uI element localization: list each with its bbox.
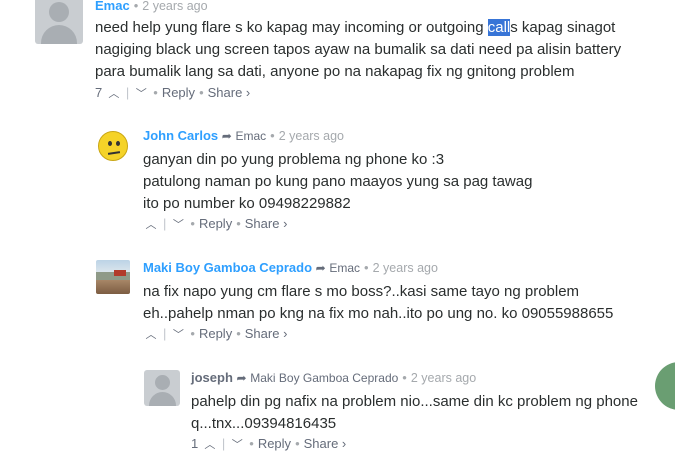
comment-timestamp[interactable]: 2 years ago: [142, 0, 207, 13]
share-button[interactable]: Share ›: [245, 216, 288, 231]
reply-to-author[interactable]: Emac: [329, 261, 360, 275]
comment-author[interactable]: Emac: [95, 0, 130, 13]
share-button[interactable]: Share ›: [304, 436, 347, 451]
reply-button[interactable]: Reply: [162, 85, 195, 100]
comment-body: need help yung flare s ko kapag may inco…: [95, 19, 622, 80]
vote-count: 7: [95, 85, 103, 100]
comment-body: na fix napo yung cm flare s mo boss?..ka…: [143, 283, 614, 322]
chevron-down-icon[interactable]: ﹀: [170, 217, 186, 233]
chevron-up-icon[interactable]: ︿: [143, 327, 159, 343]
reply-button[interactable]: Reply: [258, 436, 291, 451]
reply-arrow-icon: ➦: [221, 129, 232, 143]
avatar[interactable]: [98, 131, 128, 161]
chevron-up-icon[interactable]: ︿: [143, 217, 159, 233]
default-avatar-icon[interactable]: [144, 370, 180, 406]
reply-button[interactable]: Reply: [199, 326, 232, 341]
avatar[interactable]: [96, 260, 130, 294]
comment-timestamp[interactable]: 2 years ago: [279, 129, 344, 143]
comment-timestamp[interactable]: 2 years ago: [373, 261, 438, 275]
chevron-up-icon[interactable]: ︿: [202, 437, 218, 453]
reply-to-author[interactable]: Maki Boy Gamboa Ceprado: [250, 371, 398, 385]
chevron-down-icon[interactable]: ﹀: [170, 327, 186, 343]
comment-body: pahelp din pg nafix na problem nio...sam…: [191, 393, 638, 432]
floating-action-button[interactable]: [655, 362, 675, 410]
comment-author[interactable]: John Carlos: [143, 128, 218, 143]
comment-timestamp[interactable]: 2 years ago: [411, 371, 476, 385]
reply-to-author[interactable]: Emac: [235, 129, 266, 143]
vote-count: 1: [191, 436, 199, 451]
reply-arrow-icon: ➦: [236, 371, 247, 385]
comment-body: ganyan din po yung problema ng phone ko …: [143, 151, 533, 212]
chevron-down-icon[interactable]: ﹀: [229, 437, 245, 453]
reply-button[interactable]: Reply: [199, 216, 232, 231]
chevron-up-icon[interactable]: ︿: [106, 86, 122, 102]
chevron-down-icon[interactable]: ﹀: [133, 86, 149, 102]
share-button[interactable]: Share ›: [208, 85, 251, 100]
default-avatar-icon[interactable]: [35, 0, 83, 44]
comment-author[interactable]: joseph: [191, 370, 233, 385]
reply-arrow-icon: ➦: [315, 261, 326, 275]
share-button[interactable]: Share ›: [245, 326, 288, 341]
text-selection: call: [487, 19, 511, 36]
comment-author[interactable]: Maki Boy Gamboa Ceprado: [143, 260, 312, 275]
